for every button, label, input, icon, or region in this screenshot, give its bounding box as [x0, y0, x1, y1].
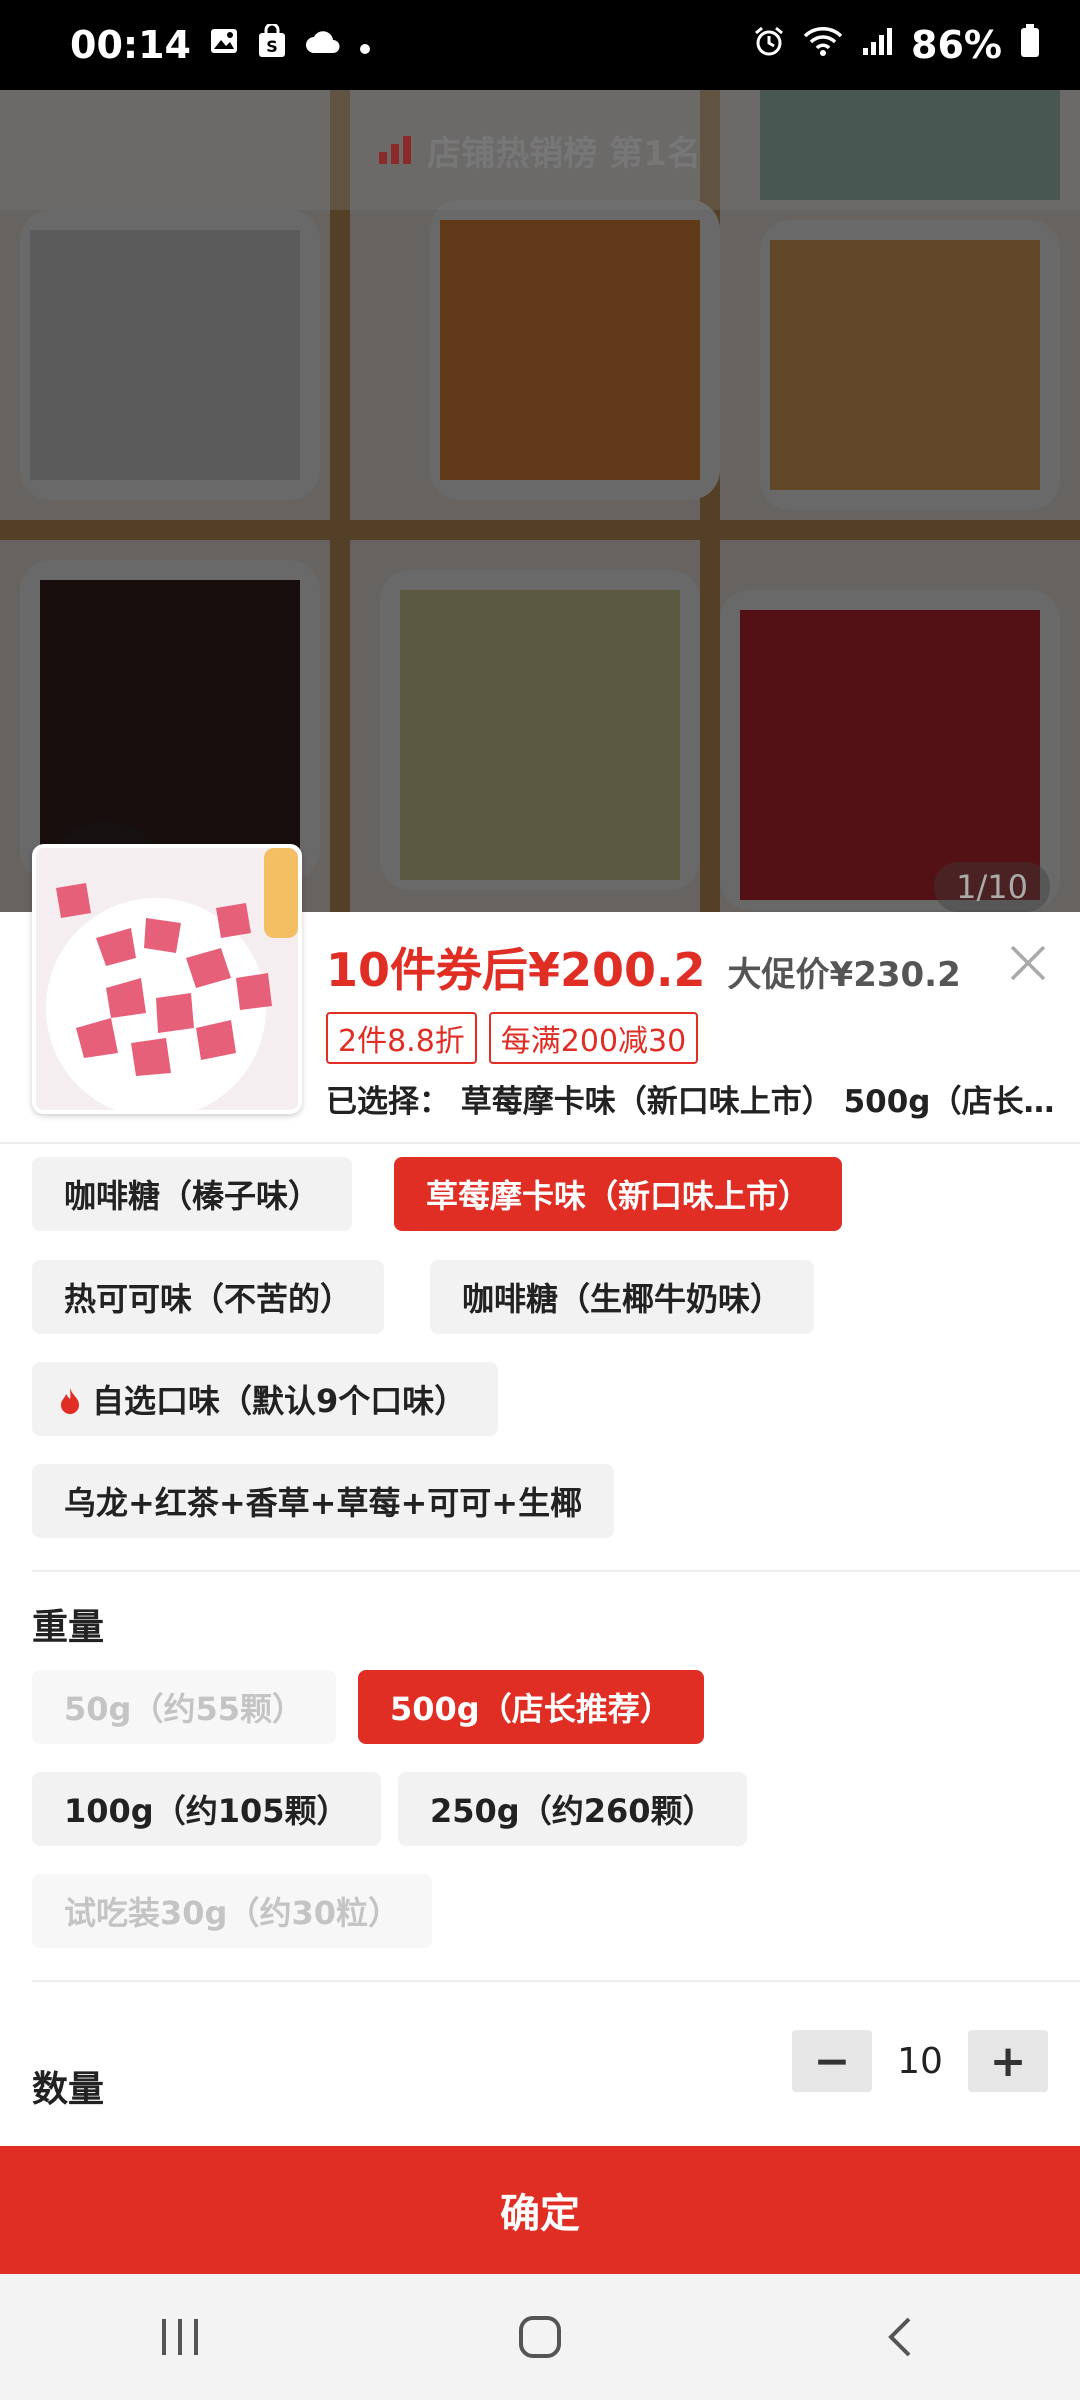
flavor-option-custom-mix[interactable]: 自选口味（默认9个口味）	[32, 1362, 499, 1436]
rank-chart-icon	[379, 136, 413, 164]
rank-text: 店铺热销榜 第1名	[427, 133, 701, 174]
product-image-carousel[interactable]: 店铺热销榜 第1名 1/10	[0, 90, 1080, 912]
battery-percent: 86%	[911, 23, 1002, 67]
svg-text:S: S	[266, 37, 278, 56]
promo-tag: 每满200减30	[488, 1012, 699, 1064]
status-time: 00:14	[70, 23, 191, 67]
shopping-bag-icon: S	[257, 22, 287, 66]
system-nav-bar	[0, 2274, 1080, 2400]
alarm-icon	[753, 25, 785, 65]
chip-label: 咖啡糖（生椰牛奶味）	[462, 1280, 783, 1318]
flavor-option-hazelnut[interactable]: 咖啡糖（榛子味）	[32, 1157, 353, 1231]
chip-label: 乌龙+红茶+香草+草莓+可可+生椰	[64, 1484, 583, 1522]
chip-label: 500g（店长推荐）	[390, 1690, 672, 1728]
promo-tags: 2件8.8折 每满200减30	[326, 1012, 699, 1064]
battery-icon	[1020, 24, 1040, 66]
cloud-icon	[305, 28, 341, 63]
weight-option-50g[interactable]: 50g（约55颗）	[32, 1670, 336, 1744]
chip-label: 50g（约55颗）	[64, 1690, 304, 1728]
image-page-counter: 1/10	[934, 862, 1050, 912]
flavor-option-hot-cocoa[interactable]: 热可可味（不苦的）	[32, 1260, 385, 1334]
chip-label: 100g（约105颗）	[64, 1792, 349, 1830]
selected-summary: 已选择： 草莓摩卡味（新口味上市） 500g（店长推荐）	[326, 1084, 1056, 1120]
store-rank-banner[interactable]: 店铺热销榜 第1名	[0, 90, 1080, 210]
quantity-plus-button[interactable]: +	[968, 2030, 1048, 2092]
divider	[32, 1980, 1080, 1982]
flavor-option-coconut-milk[interactable]: 咖啡糖（生椰牛奶味）	[430, 1260, 815, 1334]
confirm-button[interactable]: 确定	[0, 2146, 1080, 2274]
status-bar: 00:14 S 86%	[0, 0, 1080, 90]
weight-section-title: 重量	[32, 1607, 105, 1648]
gallery-icon	[209, 26, 239, 64]
back-icon[interactable]	[850, 2297, 950, 2377]
divider	[32, 1570, 1080, 1572]
flavor-option-combo[interactable]: 乌龙+红茶+香草+草莓+可可+生椰	[32, 1464, 615, 1538]
signal-icon	[861, 26, 893, 64]
home-icon[interactable]	[490, 2297, 590, 2377]
flavor-option-strawberry-mocha[interactable]: 草莓摩卡味（新口味上市）	[394, 1157, 843, 1231]
chip-label: 250g（约260颗）	[430, 1792, 715, 1830]
weight-option-trial-30g[interactable]: 试吃装30g（约30粒）	[32, 1874, 432, 1948]
chip-label: 热可可味（不苦的）	[64, 1280, 353, 1318]
chip-label: 草莓摩卡味（新口味上市）	[426, 1177, 811, 1215]
thumbnail-photo	[36, 848, 298, 1110]
quantity-minus-button[interactable]: −	[792, 2030, 872, 2092]
flame-icon	[60, 1385, 80, 1414]
promo-price: 大促价¥230.2	[727, 955, 961, 995]
coupon-price: 10件券后¥200.2	[326, 943, 706, 997]
close-icon[interactable]	[1008, 940, 1048, 992]
weight-option-100g[interactable]: 100g（约105颗）	[32, 1772, 381, 1846]
chip-label: 咖啡糖（榛子味）	[64, 1177, 321, 1215]
dot-icon	[359, 28, 371, 63]
price-line: 10件券后¥200.2 大促价¥230.2	[326, 934, 961, 1000]
quantity-section-title: 数量	[32, 2069, 105, 2110]
promo-tag: 2件8.8折	[326, 1012, 477, 1064]
wifi-icon	[803, 25, 843, 65]
chip-label: 自选口味（默认9个口味）	[92, 1382, 467, 1420]
quantity-stepper: − 10 +	[792, 2030, 1048, 2092]
divider	[0, 1142, 1080, 1144]
chip-label: 试吃装30g（约30粒）	[64, 1894, 400, 1932]
sku-thumbnail[interactable]	[32, 844, 302, 1114]
quantity-value[interactable]: 10	[872, 2041, 968, 2082]
weight-option-500g[interactable]: 500g（店长推荐）	[358, 1670, 704, 1744]
weight-option-250g[interactable]: 250g（约260颗）	[398, 1772, 747, 1846]
sku-selection-sheet: 10件券后¥200.2 大促价¥230.2 2件8.8折 每满200减30 已选…	[0, 844, 1080, 2272]
recent-apps-icon[interactable]	[130, 2297, 230, 2377]
